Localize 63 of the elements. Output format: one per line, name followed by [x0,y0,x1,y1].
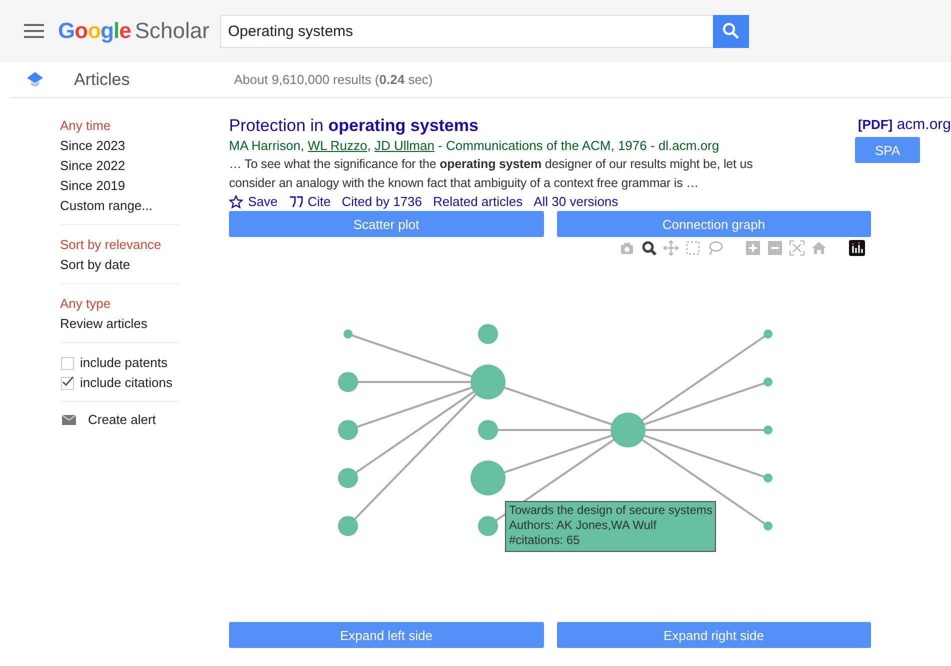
graph-node[interactable] [764,522,772,530]
graph-node[interactable] [610,412,646,448]
autoscale-tool-icon[interactable] [789,240,805,256]
result-action-link[interactable]: Cite [288,194,331,209]
author-link[interactable]: JD Ullman [374,138,434,153]
checkbox[interactable] [61,376,74,390]
result-snippet: … To see what the significance for the operating system designer of our results might be, let us consider an analogy with the known fact that ambiguity of a context free grammar is … [229,156,754,192]
graph-node[interactable] [478,516,498,536]
graph-node[interactable] [764,426,772,434]
result-action-link[interactable]: Related articles [433,194,523,209]
graph-node[interactable] [470,460,506,496]
filter-option[interactable]: Any type [60,294,180,314]
graph-node[interactable] [344,330,352,338]
graph-node[interactable] [338,372,358,392]
tooltip-title: Towards the design of secure systems [509,503,712,518]
graph-node[interactable] [764,330,772,338]
quote-icon [288,196,303,208]
filter-option[interactable]: Sort by date [60,255,180,275]
graph-node[interactable] [478,420,498,440]
zoom-tool-icon[interactable] [641,240,657,256]
tooltip-citations: #citations: 65 [509,533,581,548]
checkbox-label[interactable]: include citations [80,373,172,393]
filter-option[interactable]: Since 2023 [60,136,180,156]
filter-option[interactable]: Any time [60,116,180,136]
section-title: Articles [74,70,131,90]
graduation-cap-icon [26,70,44,88]
lasso-tool-icon[interactable] [707,240,723,256]
filter-option[interactable]: Custom range... [60,196,180,216]
graph-node[interactable] [764,474,772,482]
search-button[interactable] [713,14,749,48]
logo[interactable]: Google Scholar [58,18,208,44]
graph-node[interactable] [338,516,358,536]
star-icon [229,194,243,208]
filter-option[interactable]: Since 2022 [60,156,180,176]
author-link[interactable]: WL Ruzzo [308,138,368,153]
zoom-in-tool-icon[interactable] [745,240,761,256]
search-field[interactable]: Operating systems [220,14,713,48]
graph-node[interactable] [764,378,772,386]
camera-tool-icon[interactable] [619,240,635,256]
filter-option[interactable]: Since 2019 [60,176,180,196]
tooltip-authors: Authors: AK Jones,WA Wulf [509,518,658,533]
filter-option[interactable]: Review articles [60,314,180,334]
create-alert-link[interactable]: Create alert [88,412,156,427]
box-tool-icon[interactable] [685,240,701,256]
checkbox[interactable] [61,356,74,370]
menu-icon[interactable] [24,24,44,38]
graph-node[interactable] [478,324,498,344]
envelope-icon [62,414,76,424]
search-icon [722,22,740,40]
results-count: About 9,610,000 results (0.24 sec) [234,72,433,87]
result-action-link[interactable]: Save [229,194,278,209]
result-action-link[interactable]: Cited by 1736 [342,194,422,209]
pan-tool-icon[interactable] [663,240,679,256]
graph-node[interactable] [338,420,358,440]
checkbox-label[interactable]: include patents [80,353,168,373]
plotly-logo-icon[interactable] [849,240,865,256]
zoom-out-tool-icon[interactable] [767,240,783,256]
filter-option[interactable]: Sort by relevance [60,235,180,255]
pdf-link[interactable]: [PDF] acm.org [858,116,951,133]
graph-node[interactable] [338,468,358,488]
graph-node[interactable] [470,364,506,400]
home-tool-icon[interactable] [811,240,827,256]
result-action-link[interactable]: All 30 versions [534,194,618,209]
